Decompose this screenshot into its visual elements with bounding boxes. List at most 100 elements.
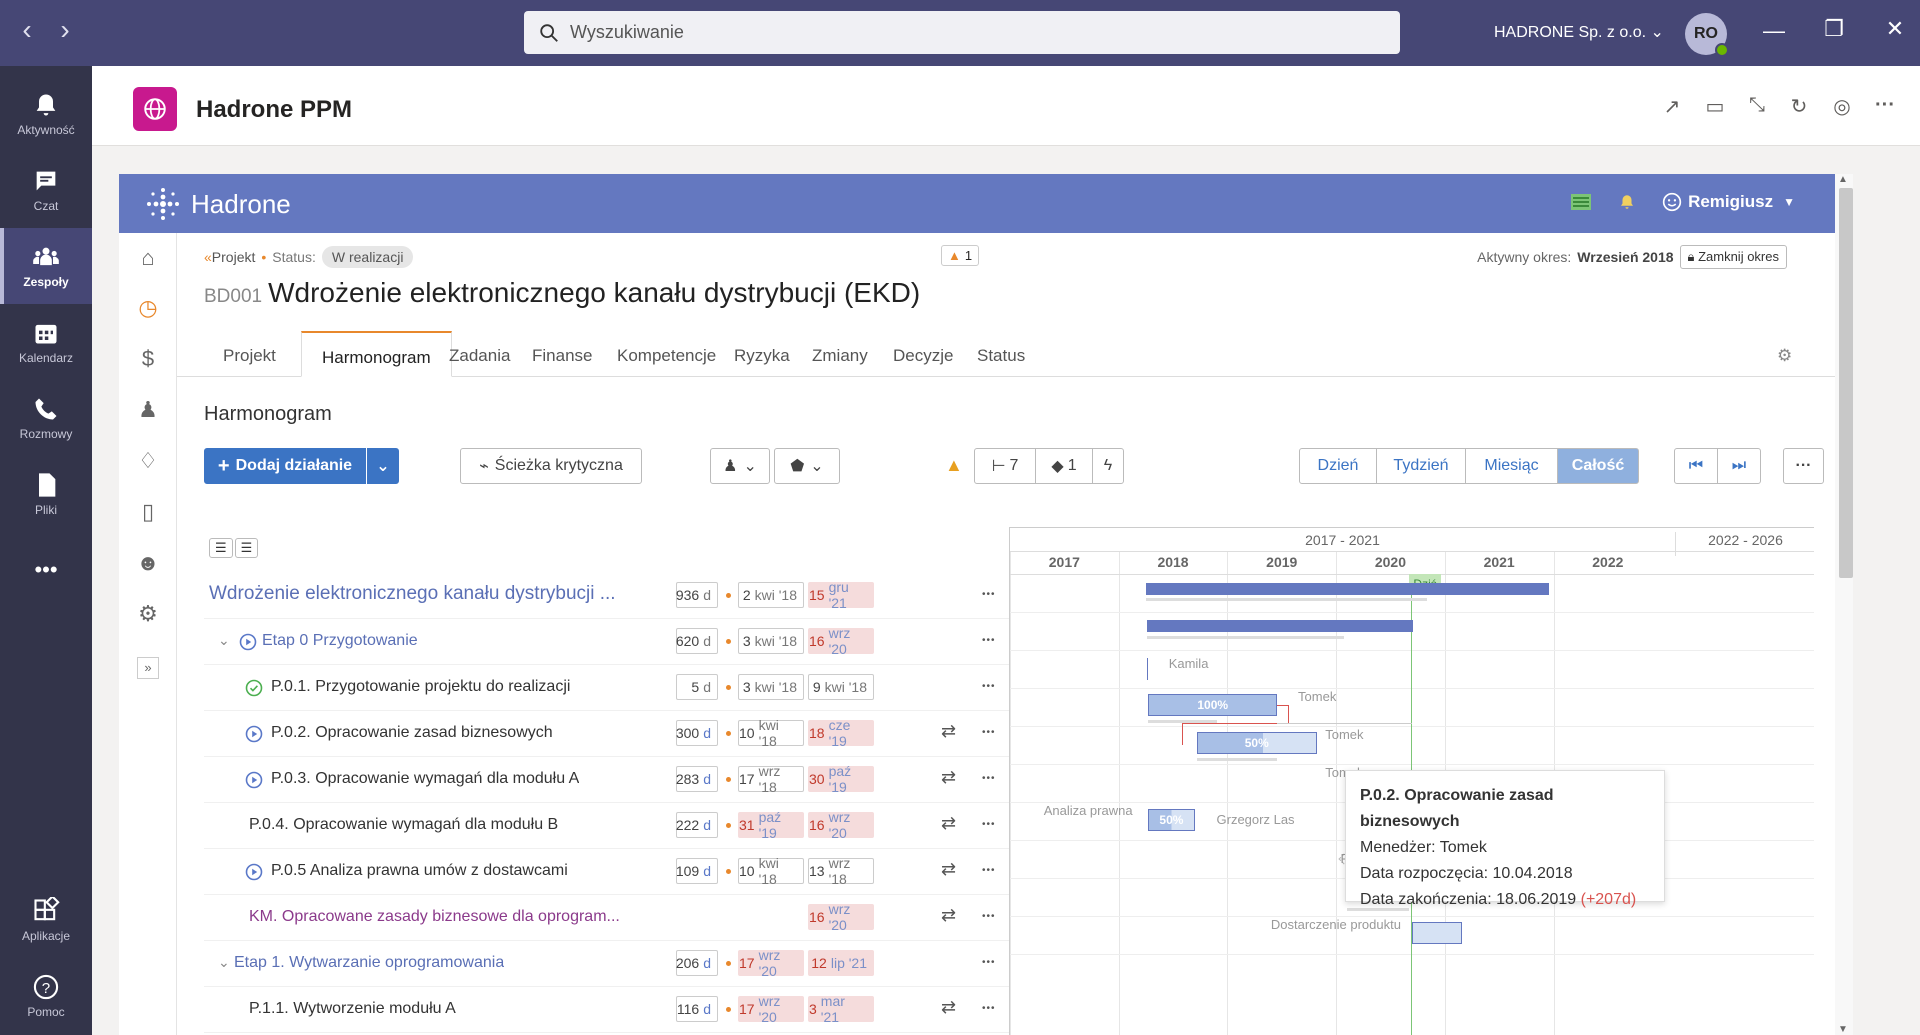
warnings-badge[interactable]: ▲ 1: [941, 245, 980, 266]
duration-cell[interactable]: 109 d: [676, 858, 718, 884]
task-row[interactable]: P.0.3. Opracowanie wymagań dla modułu A 2…: [204, 757, 1010, 803]
go-last-button[interactable]: ⏭︎: [1717, 448, 1761, 484]
breadcrumb-back-link[interactable]: «Projekt: [204, 249, 255, 265]
view-week-button[interactable]: Tydzień: [1376, 448, 1466, 484]
user-menu[interactable]: Remigiusz: [1688, 192, 1773, 212]
collapse-chevron-icon[interactable]: ⌄: [218, 954, 230, 971]
end-date-cell[interactable]: 16 wrz '20: [808, 901, 874, 933]
start-date-cell[interactable]: 31 paź '19: [738, 809, 804, 841]
forward-button[interactable]: ›: [44, 14, 86, 46]
start-date-cell[interactable]: 10 kwi '18: [738, 717, 804, 749]
row-more-button[interactable]: •••: [982, 865, 996, 876]
end-date-cell[interactable]: 9 kwi '18: [808, 674, 874, 700]
task-name[interactable]: P.0.1. Przygotowanie projektu do realiza…: [271, 678, 570, 696]
start-date-cell[interactable]: 17 wrz '20: [738, 993, 804, 1025]
go-first-button[interactable]: ⏮︎: [1674, 448, 1718, 484]
task-row[interactable]: P.0.5 Analiza prawna umów z dostawcami 10…: [204, 849, 1010, 895]
rail-item-help[interactable]: ? Pomoc: [0, 958, 92, 1034]
row-more-button[interactable]: •••: [982, 819, 996, 830]
recurring-icon[interactable]: ⇄: [941, 767, 956, 788]
conversation-icon[interactable]: ▭: [1702, 94, 1728, 120]
recurring-icon[interactable]: ⇄: [941, 813, 956, 834]
row-more-button[interactable]: •••: [982, 681, 996, 692]
task-bar-p05[interactable]: 50%: [1148, 809, 1195, 831]
refresh-icon[interactable]: ↻: [1786, 94, 1812, 120]
task-name[interactable]: Etap 0 Przygotowanie: [262, 632, 418, 650]
task-row[interactable]: P.0.4. Opracowanie wymagań dla modułu B 2…: [204, 803, 1010, 849]
scrollbar-thumb[interactable]: [1839, 188, 1853, 578]
expand-all-button[interactable]: ☰: [209, 538, 233, 558]
end-date-cell[interactable]: 15 gru '21: [808, 579, 874, 611]
team-icon[interactable]: ☻: [133, 550, 163, 580]
scroll-down-icon[interactable]: ▼: [1838, 1024, 1848, 1035]
task-row[interactable]: P.1.1. Wytworzenie modułu A 116 d 17 wrz '20…: [204, 987, 1010, 1033]
recurring-icon[interactable]: ⇄: [941, 859, 956, 880]
task-row[interactable]: KM. Opracowane zasady biznesowe dla opro…: [204, 895, 1010, 941]
task-name[interactable]: P.0.4. Opracowanie wymagań dla modułu B: [249, 816, 558, 834]
task-name[interactable]: Etap 1. Wytwarzanie oprogramowania: [234, 954, 504, 972]
tag-filter-button[interactable]: ⬟ ⌄: [774, 448, 840, 484]
start-date-cell[interactable]: 3 kwi '18: [738, 674, 804, 700]
start-date-cell[interactable]: 17 wrz '20: [738, 947, 804, 979]
end-date-cell[interactable]: 3 mar '21: [808, 993, 874, 1025]
maximize-button[interactable]: ❐: [1819, 16, 1849, 42]
start-date-cell[interactable]: 10 kwi '18: [738, 855, 804, 887]
search-input[interactable]: [570, 22, 1370, 43]
lightning-button[interactable]: ϟ: [1092, 448, 1124, 484]
scroll-up-icon[interactable]: ▲: [1838, 174, 1848, 185]
task-bar-p11[interactable]: [1412, 922, 1463, 944]
row-more-button[interactable]: •••: [982, 773, 996, 784]
row-more-button[interactable]: •••: [982, 957, 996, 968]
row-more-button[interactable]: •••: [982, 1003, 996, 1014]
rail-item-calls[interactable]: Rozmowy: [0, 380, 92, 456]
dollar-icon[interactable]: $: [133, 346, 163, 376]
task-name[interactable]: P.0.2. Opracowanie zasad biznesowych: [271, 724, 553, 742]
view-month-button[interactable]: Miesiąc: [1465, 448, 1558, 484]
end-date-cell[interactable]: 18 cze '19: [808, 717, 874, 749]
tab-status[interactable]: Status: [957, 331, 1045, 377]
gear-icon[interactable]: ⚙: [1757, 331, 1812, 377]
view-all-button[interactable]: Całość: [1557, 448, 1639, 484]
close-button[interactable]: ✕: [1880, 16, 1910, 42]
clock-icon[interactable]: ◷: [133, 295, 163, 325]
end-date-cell[interactable]: 16 wrz '20: [808, 809, 874, 841]
duration-cell[interactable]: 283 d: [676, 766, 718, 792]
task-name[interactable]: P.0.5 Analiza prawna umów z dostawcami: [271, 862, 568, 880]
rail-item-apps[interactable]: Aplikacje: [0, 882, 92, 958]
task-row[interactable]: ⌄ Etap 0 Przygotowanie 620 d 3 kwi '18 16 wrz '…: [204, 619, 1010, 665]
more-options-button[interactable]: ···: [1783, 448, 1824, 484]
person-icon[interactable]: ♟: [133, 397, 163, 427]
task-row[interactable]: ⌄ Etap 1. Wytwarzanie oprogramowania 206 d 1…: [204, 941, 1010, 987]
collapse-chevron-icon[interactable]: ⌄: [218, 632, 230, 649]
duration-cell[interactable]: 300 d: [676, 720, 718, 746]
lightbulb-icon[interactable]: ♢: [133, 448, 163, 478]
back-button[interactable]: ‹: [6, 14, 48, 46]
start-date-cell[interactable]: 3 kwi '18: [738, 628, 804, 654]
hadrone-logo[interactable]: Hadrone: [145, 186, 291, 222]
duration-cell[interactable]: 936 d: [676, 582, 718, 608]
end-date-cell[interactable]: 12 lip '21: [808, 950, 874, 976]
duration-cell[interactable]: 620 d: [676, 628, 718, 654]
collapse-all-button[interactable]: ☰: [234, 538, 259, 558]
document-icon[interactable]: ▯: [133, 499, 163, 529]
add-activity-button[interactable]: + Dodaj działanie: [204, 448, 366, 484]
duration-cell[interactable]: 206 d: [676, 950, 718, 976]
home-icon[interactable]: ⌂: [133, 245, 163, 275]
task-name[interactable]: P.1.1. Wytworzenie modułu A: [249, 1000, 456, 1018]
settings-icon[interactable]: ⚙: [133, 601, 163, 631]
ledger-icon[interactable]: [1570, 193, 1592, 211]
rail-item-files[interactable]: Pliki: [0, 456, 92, 532]
task-row[interactable]: P.0.2. Opracowanie zasad biznesowych 300 d…: [204, 711, 1010, 757]
caret-down-icon[interactable]: ▼: [1783, 195, 1795, 209]
recurring-icon[interactable]: ⇄: [941, 721, 956, 742]
recurring-icon[interactable]: ⇄: [941, 905, 956, 926]
avatar[interactable]: RO: [1685, 13, 1729, 57]
start-date-cell[interactable]: 2 kwi '18: [738, 582, 804, 608]
row-more-button[interactable]: •••: [982, 911, 996, 922]
critical-path-button[interactable]: ⌁ Ścieżka krytyczna: [460, 448, 642, 484]
expand-icon[interactable]: »: [137, 657, 159, 679]
scrollbar[interactable]: ▲ ▼: [1835, 174, 1853, 1035]
rail-more-button[interactable]: •••: [0, 532, 92, 608]
task-name[interactable]: P.0.3. Opracowanie wymagań dla modułu A: [271, 770, 579, 788]
links-button[interactable]: ⊢ 7: [974, 448, 1036, 484]
